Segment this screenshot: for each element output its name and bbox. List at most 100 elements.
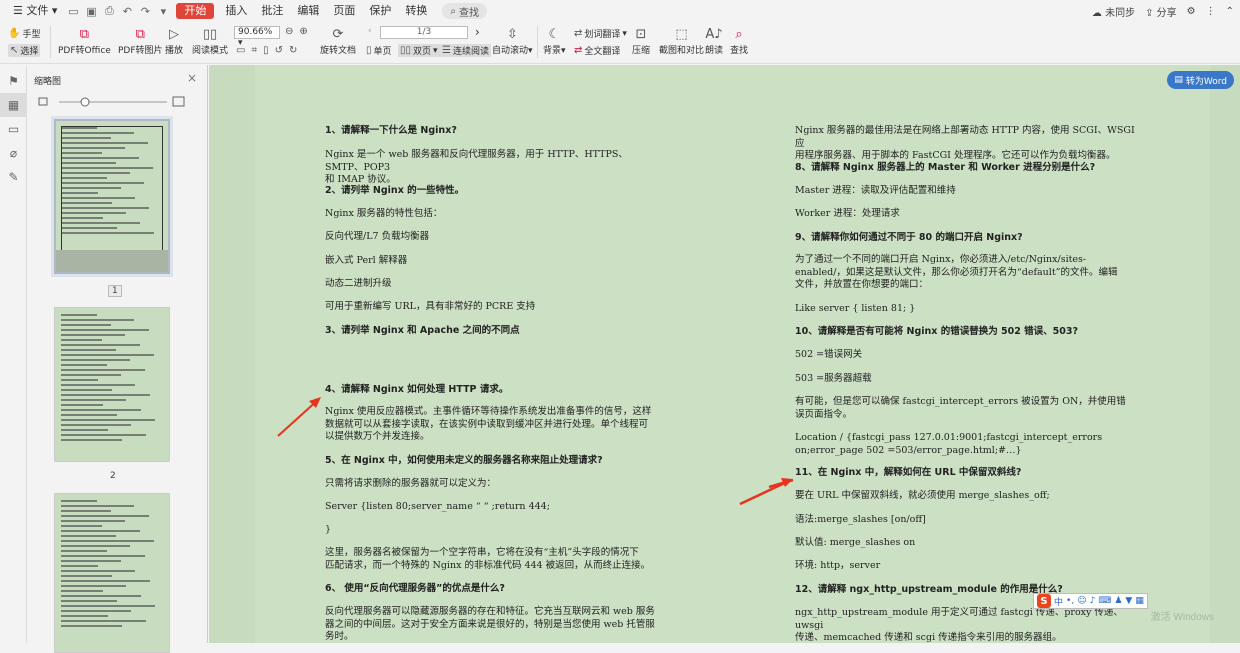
thumbnail-text-line xyxy=(61,530,140,532)
compress-icon: ⊡ xyxy=(635,26,647,42)
rotate-left-icon[interactable]: ↺ xyxy=(275,45,283,56)
redo-icon[interactable]: ↷ xyxy=(136,0,154,22)
read-aloud-button[interactable]: A♪ 朗读 xyxy=(704,25,724,57)
autoscroll-button[interactable]: ⇳ 自动滚动▾ xyxy=(492,25,533,57)
tab-annotate[interactable]: 批注 xyxy=(254,0,290,22)
paragraph: 要在 URL 中保留双斜线，就必须使用 merge_slashes_off; xyxy=(795,490,1050,501)
sync-label: 未同步 xyxy=(1105,7,1136,19)
double-page-button[interactable]: ▯▯ 双页 ▾ xyxy=(398,44,440,57)
undo-icon[interactable]: ↶ xyxy=(118,0,136,22)
thumbnail-text-line xyxy=(61,354,154,356)
background-button[interactable]: ☾ 背景▾ xyxy=(543,25,566,57)
thumbnail-text-line xyxy=(61,404,103,406)
menu-bar: ☰ 文件 ▾ ▭ ▣ ⎙ ↶ ↷ ▾ 开始 插入 批注 编辑 页面 保护 转换 … xyxy=(0,0,1240,22)
continuous-read-button[interactable]: ☰ 连续阅读 xyxy=(440,44,491,57)
single-page-button[interactable]: ▯ 单页 xyxy=(366,44,392,57)
share-button[interactable]: ⇪ 分享 xyxy=(1145,4,1177,19)
background-text: 背景 xyxy=(543,46,562,56)
convert-to-word-button[interactable]: ▤ 转为Word xyxy=(1167,71,1234,89)
question-heading: 11、在 Nginx 中，解释如何在 URL 中保留双斜线? xyxy=(795,467,1022,478)
pdf-to-office-button[interactable]: ⧉ PDF转Office xyxy=(58,25,111,57)
tab-page[interactable]: 页面 xyxy=(326,0,362,22)
thumbnail-text-line xyxy=(61,600,118,602)
thumbnail-text-line xyxy=(62,217,103,219)
page-thumbnail[interactable] xyxy=(54,307,170,462)
tab-insert[interactable]: 插入 xyxy=(218,0,254,22)
tab-convert[interactable]: 转换 xyxy=(398,0,434,22)
bookmark-icon[interactable]: ⚑ xyxy=(0,69,27,93)
attachment-icon[interactable]: ⌀ xyxy=(0,141,27,165)
close-icon[interactable]: × xyxy=(187,71,197,85)
ime-toolbar[interactable]: S 中 •, ☺ ♪ ⌨ ♟ ▼ ▦ xyxy=(1033,593,1148,609)
page-input[interactable]: 1/3 xyxy=(380,26,468,39)
search-label: 查找 xyxy=(459,7,479,19)
next-page-button[interactable]: › xyxy=(475,25,480,39)
tab-protect[interactable]: 保护 xyxy=(362,0,398,22)
comment-icon[interactable]: ▭ xyxy=(0,117,27,141)
sync-status[interactable]: ☁ 未同步 xyxy=(1092,4,1135,19)
search-box[interactable]: ⌕ 查找 xyxy=(442,3,487,19)
fit-page-icon[interactable]: ▭ xyxy=(236,45,245,56)
view-tools: ▭ ⌗ ▯ ↺ ↻ xyxy=(236,45,297,56)
hand-tool[interactable]: ✋ 手型 xyxy=(8,27,40,40)
thumbnail-text-line xyxy=(61,329,149,331)
chevron-down-icon[interactable]: ▾ xyxy=(154,0,172,22)
thumbnail-text-line xyxy=(61,590,103,592)
thumbnail-text-line xyxy=(61,349,117,351)
compress-button[interactable]: ⊡ 压缩 xyxy=(631,25,651,57)
fit-width-icon[interactable]: ▯ xyxy=(263,45,269,56)
expand-icon[interactable]: ⌃ xyxy=(1226,6,1234,17)
save-icon[interactable]: ▣ xyxy=(82,0,100,22)
translate-word-button[interactable]: ⇄ 划词翻译 ▾ xyxy=(574,27,627,40)
thumbnail-size-slider[interactable] xyxy=(37,95,187,109)
zoom-out-icon[interactable]: ⊖ xyxy=(285,26,293,37)
thumbnail-text-line xyxy=(62,157,139,159)
file-menu[interactable]: ☰ 文件 ▾ xyxy=(6,0,64,22)
select-tool[interactable]: ↖ 选择 xyxy=(8,44,41,57)
page-thumbnail[interactable] xyxy=(54,119,170,274)
paragraph: Nginx 服务器的最佳用法是在网络上部署动态 HTTP 内容，使用 SCGI、… xyxy=(795,125,1135,161)
settings-icon[interactable]: ⚙ xyxy=(1187,6,1196,17)
thumbnail-text-line xyxy=(61,379,98,381)
translate-full-button[interactable]: ⇄ 全文翻译 xyxy=(574,44,620,57)
screenshot-icon: ⬚ xyxy=(675,26,688,42)
find-button[interactable]: ⌕ 查找 xyxy=(729,25,749,57)
thumbnail-page-number: 2 xyxy=(110,471,116,481)
thumbnail-icon[interactable]: ▦ xyxy=(0,93,27,117)
thumbnail-text-line xyxy=(61,610,132,612)
thumbnail-text-line xyxy=(61,620,146,622)
rotate-right-icon[interactable]: ↻ xyxy=(289,45,297,56)
zoom-input[interactable]: 90.66% ▾ xyxy=(234,26,280,48)
thumbnail-text-line xyxy=(62,222,140,224)
thumbnail-text-line xyxy=(61,540,154,542)
paragraph: Master 进程：读取及评估配置和维持 xyxy=(795,185,956,196)
open-folder-icon[interactable]: ▭ xyxy=(64,0,82,22)
rotate-doc-button[interactable]: ⟳ 旋转文档 xyxy=(320,25,356,57)
more-icon[interactable]: ⋮ xyxy=(1206,6,1216,17)
document-page: 1、请解释一下什么是 Nginx? Nginx 是一个 web 服务器和反向代理服… xyxy=(255,65,1210,643)
pdf-to-image-button[interactable]: ⧉ PDF转图片 xyxy=(118,25,163,57)
thumbnail-text-line xyxy=(61,314,97,316)
zoom-in-icon[interactable]: ⊕ xyxy=(299,26,307,37)
tab-edit[interactable]: 编辑 xyxy=(290,0,326,22)
share-label: 分享 xyxy=(1156,7,1177,19)
thumbnail-text-line xyxy=(61,429,108,431)
compress-label: 压缩 xyxy=(631,46,650,56)
prev-page-button[interactable]: ‹ xyxy=(368,26,372,36)
ribbon-toolbar: ✋ 手型 ↖ 选择 ⧉ PDF转Office ⧉ PDF转图片 ▷ 播放 ▯▯ 阅读模式 9… xyxy=(0,22,1240,64)
moon-icon: ☾ xyxy=(548,26,561,42)
red-arrow-annotation xyxy=(739,478,794,506)
signature-icon[interactable]: ✎ xyxy=(0,165,27,189)
read-mode-button[interactable]: ▯▯ 阅读模式 xyxy=(192,25,228,57)
tab-home[interactable]: 开始 xyxy=(176,3,215,19)
actual-size-icon[interactable]: ⌗ xyxy=(251,45,257,56)
play-button[interactable]: ▷ 播放 xyxy=(164,25,184,57)
book-icon: ▯▯ xyxy=(202,26,218,42)
page-thumbnail[interactable] xyxy=(54,493,170,653)
slider-handle[interactable] xyxy=(80,97,90,107)
screenshot-compare-button[interactable]: ⬚ 截图和对比 xyxy=(659,25,704,57)
paragraph: 只需将请求删除的服务器就可以定义为： xyxy=(325,478,497,489)
print-icon[interactable]: ⎙ xyxy=(100,0,118,22)
thumbnail-text-line xyxy=(62,192,98,194)
question-heading: 2、请列举 Nginx 的一些特性。 xyxy=(325,185,465,196)
